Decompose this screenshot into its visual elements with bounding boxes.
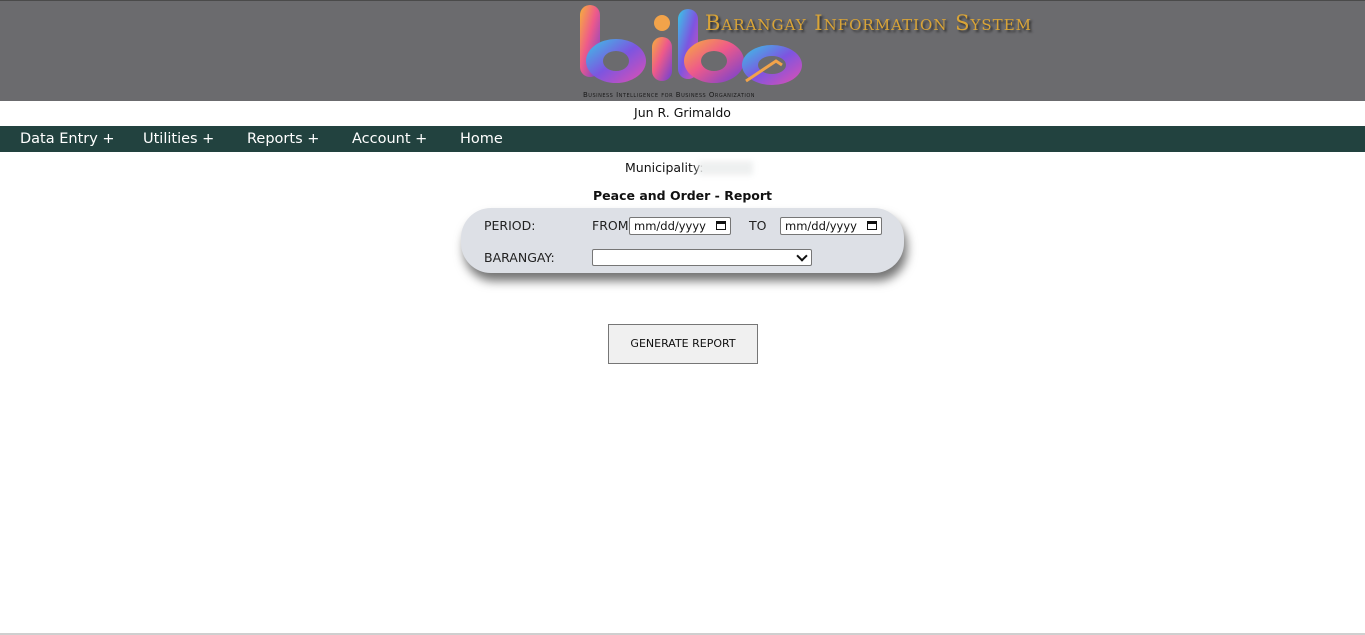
calendar-icon[interactable] [867,221,877,230]
nav-account[interactable]: Account + [352,126,427,152]
page-title: Peace and Order - Report [593,188,772,203]
chevron-down-icon [796,250,808,262]
municipality-label: Municipality: [625,160,704,175]
to-label: TO [749,218,767,233]
barangay-label: BARANGAY: [484,250,555,265]
barangay-select[interactable] [592,249,812,266]
main-nav: Data Entry + Utilities + Reports + Accou… [0,126,1365,152]
nav-utilities[interactable]: Utilities + [143,126,214,152]
app-title: Barangay Information System [705,11,1032,35]
from-label: FROM: [592,218,633,233]
calendar-icon[interactable] [716,221,726,230]
municipality-value-redacted [698,161,753,175]
nav-data-entry[interactable]: Data Entry + [20,126,115,152]
nav-home[interactable]: Home [460,126,503,152]
to-date-input[interactable]: mm/dd/yyyy [780,217,882,235]
nav-reports[interactable]: Reports + [247,126,319,152]
to-date-value: mm/dd/yyyy [785,219,857,233]
period-label: PERIOD: [484,218,536,233]
generate-report-button[interactable]: GENERATE REPORT [608,324,758,364]
app-tagline: Business Intelligence for Business Organ… [583,91,756,99]
header-banner: Barangay Information System Business Int… [0,0,1365,101]
from-date-input[interactable]: mm/dd/yyyy [629,217,731,235]
from-date-value: mm/dd/yyyy [634,219,706,233]
filter-panel: PERIOD: FROM: mm/dd/yyyy TO mm/dd/yyyy B… [461,208,904,273]
logged-in-user: Jun R. Grimaldo [634,105,731,120]
